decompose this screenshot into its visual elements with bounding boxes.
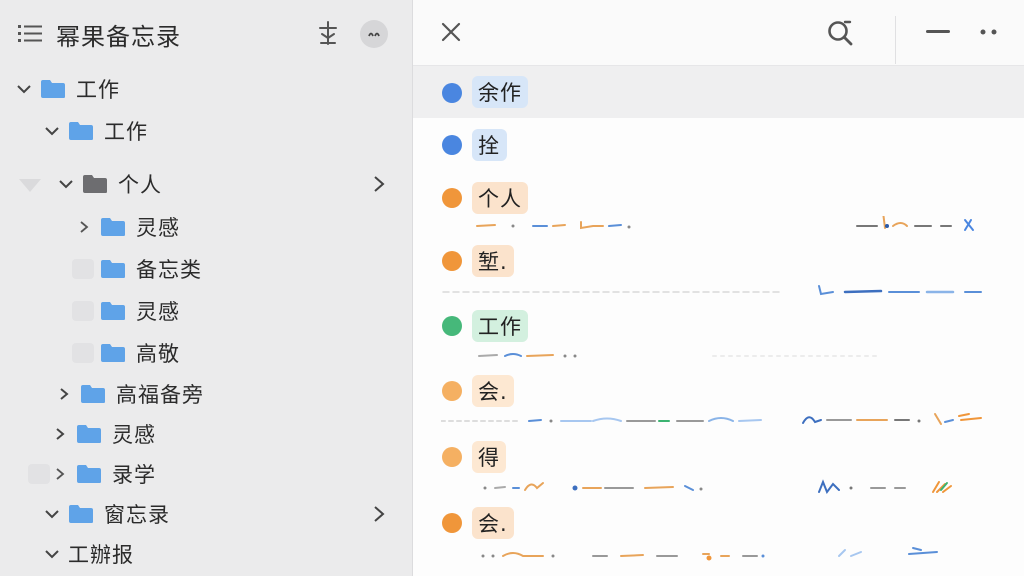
folder-icon bbox=[68, 504, 94, 524]
tree-item-label: 个人 bbox=[118, 169, 162, 199]
tree-item-work[interactable]: 工作 bbox=[14, 69, 120, 109]
tree-item-label: 工辦报 bbox=[68, 539, 134, 569]
sidebar-header: 幂果备忘录 bbox=[0, 0, 412, 66]
category-dot bbox=[442, 381, 462, 401]
tree-item-label: 灵感 bbox=[136, 212, 180, 242]
folder-icon bbox=[100, 343, 126, 363]
tree-item-report[interactable]: 工辦报 bbox=[42, 534, 134, 574]
chevron-right-icon[interactable] bbox=[372, 175, 386, 193]
note-item[interactable]: 余作 bbox=[413, 66, 1024, 118]
folder-icon bbox=[100, 259, 126, 279]
sort-icon[interactable] bbox=[316, 20, 340, 46]
search-icon bbox=[826, 19, 854, 47]
folder-icon bbox=[68, 121, 94, 141]
category-tag: 个人 bbox=[472, 182, 528, 214]
chevron-right-icon[interactable] bbox=[50, 464, 70, 484]
tree-item-inspiration[interactable]: 灵感 bbox=[74, 207, 180, 247]
sidebar: 幂果备忘录 工作 工作 个人 灵感 备忘类 灵感 高敬 高福备旁 灵感 录学 窗… bbox=[0, 0, 412, 576]
tree-item-memo[interactable]: 窗忘录 bbox=[42, 494, 170, 534]
folder-icon bbox=[100, 301, 126, 321]
close-icon bbox=[441, 22, 461, 42]
tree-item-label: 灵感 bbox=[112, 419, 156, 449]
search-button[interactable] bbox=[825, 18, 855, 48]
tree-item-work-sub[interactable]: 工作 bbox=[42, 111, 148, 151]
folder-icon bbox=[76, 424, 102, 444]
tree-item-gaofu[interactable]: 高福备旁 bbox=[54, 374, 204, 414]
chevron-right-icon[interactable] bbox=[74, 217, 94, 237]
note-preview-scribble bbox=[473, 348, 893, 362]
more-button[interactable] bbox=[977, 22, 1001, 42]
category-tag: 余作 bbox=[472, 76, 528, 108]
tree-item-luxue[interactable]: 录学 bbox=[50, 454, 156, 494]
note-item[interactable]: 得 bbox=[413, 428, 1024, 494]
category-dot bbox=[442, 316, 462, 336]
avatar-glyph-icon bbox=[367, 29, 381, 39]
chevron-down-icon[interactable] bbox=[56, 174, 76, 194]
note-list-pane: 余作 拴঻ 个人 堑. bbox=[412, 0, 1024, 576]
tree-item-label: 备忘类 bbox=[136, 254, 202, 284]
app-title: 幂果备忘录 bbox=[56, 17, 181, 52]
category-dot bbox=[442, 135, 462, 155]
tree-item-label: 高福备旁 bbox=[116, 379, 204, 409]
note-preview-scribble bbox=[473, 478, 1013, 494]
tree-item-inspiration-3[interactable]: 灵感 bbox=[50, 414, 156, 454]
drop-triangle-icon bbox=[18, 177, 42, 193]
folder-icon bbox=[40, 79, 66, 99]
category-dot bbox=[442, 251, 462, 271]
category-dot bbox=[442, 513, 462, 533]
category-tag: 工作 bbox=[472, 310, 528, 342]
tree-item-label: 窗忘录 bbox=[104, 499, 170, 529]
chevron-down-icon[interactable] bbox=[42, 504, 62, 524]
note-item[interactable]: 堑. bbox=[413, 234, 1024, 298]
close-button[interactable] bbox=[439, 20, 463, 44]
faint-placeholder bbox=[28, 464, 50, 484]
chevron-right-icon[interactable] bbox=[54, 384, 74, 404]
folder-icon bbox=[82, 174, 108, 194]
chevron-right-icon[interactable] bbox=[372, 505, 386, 523]
chevron-down-icon[interactable] bbox=[42, 544, 62, 564]
category-tag: 会. bbox=[472, 507, 514, 539]
note-item[interactable]: 会. bbox=[413, 362, 1024, 428]
more-dots-icon bbox=[979, 29, 999, 35]
folder-icon bbox=[76, 464, 102, 484]
tree-item-inspiration-2[interactable]: 灵感 bbox=[74, 291, 180, 331]
tree-item-personal[interactable]: 个人 bbox=[56, 164, 162, 204]
note-preview-scribble bbox=[441, 410, 1021, 428]
category-tag: 得 bbox=[472, 441, 506, 473]
tree-item-label: 录学 bbox=[112, 459, 156, 489]
toolbar bbox=[413, 0, 1024, 66]
chevron-down-icon[interactable] bbox=[14, 79, 34, 99]
folder-icon bbox=[100, 217, 126, 237]
note-item[interactable]: 拴঻ bbox=[413, 118, 1024, 172]
tree-item-memo-type[interactable]: 备忘类 bbox=[74, 249, 202, 289]
tree-item-label: 工作 bbox=[76, 74, 120, 104]
tree-item-label: 工作 bbox=[104, 116, 148, 146]
minimize-button[interactable] bbox=[925, 22, 951, 42]
note-item[interactable]: 个人 bbox=[413, 172, 1024, 234]
note-preview-scribble bbox=[441, 282, 1021, 298]
tree-item-label: 灵感 bbox=[136, 296, 180, 326]
category-tag: 会. bbox=[472, 375, 514, 407]
category-dot bbox=[442, 188, 462, 208]
chevron-right-icon[interactable] bbox=[50, 424, 70, 444]
chevron-down-icon[interactable] bbox=[42, 121, 62, 141]
note-preview-scribble bbox=[473, 216, 1024, 234]
list-icon[interactable] bbox=[18, 24, 42, 44]
category-dot bbox=[442, 83, 462, 103]
toolbar-divider bbox=[895, 16, 896, 64]
note-preview-scribble bbox=[473, 544, 1013, 564]
category-tag: 拴঻ bbox=[472, 129, 507, 161]
category-tag: 堑. bbox=[472, 245, 514, 277]
note-item[interactable]: 会. bbox=[413, 494, 1024, 576]
category-dot bbox=[442, 447, 462, 467]
avatar[interactable] bbox=[360, 20, 388, 48]
folder-icon bbox=[80, 384, 106, 404]
minus-icon bbox=[926, 30, 950, 34]
note-item[interactable]: 工作 bbox=[413, 298, 1024, 362]
tree-item-gaojing[interactable]: 高敬 bbox=[74, 333, 180, 373]
tree-item-label: 高敬 bbox=[136, 338, 180, 368]
